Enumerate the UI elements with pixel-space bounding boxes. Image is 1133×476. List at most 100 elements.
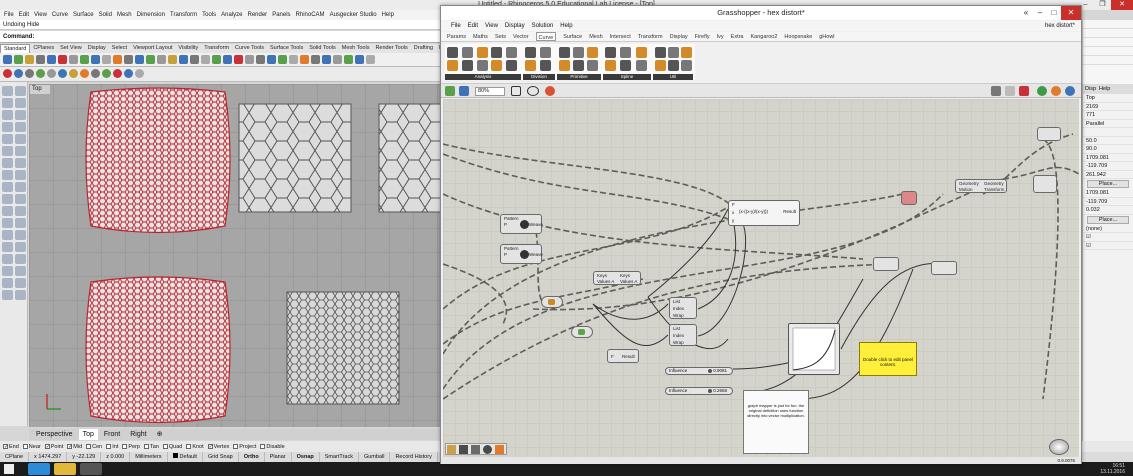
- gh-menu-display[interactable]: Display: [505, 21, 525, 31]
- menu-item-surface[interactable]: Surface: [73, 10, 94, 20]
- status-toggle-record-history[interactable]: Record History: [390, 452, 438, 462]
- osnap-near[interactable]: Near: [22, 444, 41, 450]
- taskbar-clock[interactable]: 16:51 13.11.2016: [1100, 463, 1125, 475]
- draw-tool-icon[interactable]: [15, 110, 26, 120]
- gh-tab-vector[interactable]: Vector: [513, 32, 529, 41]
- toolbar-tool-icon[interactable]: [47, 55, 56, 64]
- curve-tool-icon[interactable]: [491, 60, 503, 71]
- draw-tool-icon[interactable]: [2, 170, 13, 180]
- curve-tool-icon[interactable]: [447, 60, 458, 71]
- expression-component[interactable]: F x y (x-((x-y)/(x-y))) Result: [728, 200, 800, 226]
- property-value[interactable]: 90.0: [1083, 145, 1133, 154]
- curve-tool-icon[interactable]: [635, 60, 647, 71]
- widget-icon[interactable]: [447, 445, 456, 454]
- curve-tool-icon[interactable]: [681, 47, 692, 58]
- draw-tool-icon[interactable]: [15, 158, 26, 168]
- property-value[interactable]: (none): [1083, 225, 1133, 233]
- top-viewport[interactable]: [29, 84, 440, 427]
- toolbar-tool-icon[interactable]: [25, 55, 34, 64]
- draw-tool-icon[interactable]: [15, 266, 26, 276]
- osnap-checkbox[interactable]: ✓: [3, 444, 8, 450]
- toolbar-tool-icon[interactable]: [157, 55, 166, 64]
- toolbar-tab-mesh-tools[interactable]: Mesh Tools: [339, 44, 373, 53]
- gh-menu-view[interactable]: View: [485, 21, 498, 31]
- menu-item-edit[interactable]: Edit: [19, 10, 29, 20]
- render-tool-icon[interactable]: [113, 69, 122, 78]
- note-panel[interactable]: graph mapper is just for fun. the origin…: [743, 390, 809, 454]
- osnap-end[interactable]: ✓ End: [3, 444, 19, 450]
- list-item-component[interactable]: List Index Wrap: [669, 297, 697, 319]
- add-viewport-icon[interactable]: ⊕: [153, 429, 167, 440]
- draw-tool-icon[interactable]: [15, 146, 26, 156]
- checkbox-row[interactable]: ☑: [1083, 242, 1133, 250]
- render-tool-icon[interactable]: [124, 69, 133, 78]
- checkbox-row[interactable]: ☑: [1083, 233, 1133, 242]
- osnap-checkbox[interactable]: [186, 444, 192, 449]
- gh-tab-curve[interactable]: Curve: [535, 32, 557, 41]
- draw-tool-icon[interactable]: [2, 146, 13, 156]
- draw-tool-icon[interactable]: [2, 230, 13, 240]
- transform-component[interactable]: [901, 191, 917, 205]
- curve-tool-icon[interactable]: [476, 60, 488, 71]
- toolbar-tool-icon[interactable]: [102, 55, 111, 64]
- osnap-vertex[interactable]: ✓ Vertex: [207, 444, 229, 450]
- curve-tool-icon[interactable]: [573, 47, 584, 58]
- preview-off-icon[interactable]: [991, 86, 1001, 96]
- toolbar-tab-select[interactable]: Select: [109, 44, 130, 53]
- influence-slider[interactable]: Influence 0.9081: [665, 367, 733, 375]
- curve-tool-icon[interactable]: [620, 47, 632, 58]
- status-toggle-gumball[interactable]: Gumball: [359, 452, 391, 462]
- minimize-icon[interactable]: –: [1033, 6, 1047, 20]
- draw-tool-icon[interactable]: [15, 290, 26, 300]
- osnap-checkbox[interactable]: [86, 444, 92, 449]
- osnap-checkbox[interactable]: [22, 444, 28, 449]
- save-file-icon[interactable]: [459, 86, 469, 96]
- slider-knob[interactable]: [708, 389, 712, 393]
- draw-tool-icon[interactable]: [2, 290, 13, 300]
- menu-item-curve[interactable]: Curve: [52, 10, 68, 20]
- render-tool-icon[interactable]: [36, 69, 45, 78]
- gh-menu-solution[interactable]: Solution: [532, 21, 554, 31]
- graph-mapper[interactable]: [788, 323, 840, 375]
- property-value[interactable]: -119.709: [1083, 162, 1133, 171]
- toolbar-tab-cplanes[interactable]: CPlanes: [30, 44, 57, 53]
- toolbar-tool-icon[interactable]: [179, 55, 188, 64]
- curve-tool-icon[interactable]: [655, 47, 666, 58]
- render-tool-icon[interactable]: [102, 69, 111, 78]
- menu-item-transform[interactable]: Transform: [170, 10, 197, 20]
- gh-tab-kangaroo2[interactable]: Kangaroo2: [751, 32, 778, 41]
- gh-tab-display[interactable]: Display: [670, 32, 688, 41]
- menu-item-mesh[interactable]: Mesh: [117, 10, 132, 20]
- curve-tool-icon[interactable]: [668, 47, 679, 58]
- weave-component[interactable]: Pattern P Weave: [500, 214, 543, 234]
- input-slot[interactable]: [1083, 29, 1133, 38]
- osnap-checkbox[interactable]: [260, 444, 266, 449]
- curve-tool-icon[interactable]: [447, 47, 458, 58]
- status-toggle-planar[interactable]: Planar: [265, 452, 292, 462]
- list-item-component[interactable]: List Index Wrap: [669, 324, 697, 346]
- osnap-project[interactable]: Project: [233, 444, 256, 450]
- draw-tool-icon[interactable]: [2, 134, 13, 144]
- toolbar-tool-icon[interactable]: [300, 55, 309, 64]
- render-tool-icon[interactable]: [47, 69, 56, 78]
- property-value[interactable]: Top: [1083, 94, 1133, 103]
- zoom-extents-icon[interactable]: [511, 86, 521, 96]
- widget-icon[interactable]: [495, 445, 504, 454]
- curve-tool-icon[interactable]: [540, 47, 551, 58]
- integer-param[interactable]: [571, 326, 593, 338]
- layer-selector[interactable]: Default: [168, 452, 203, 462]
- viewport-tab-front[interactable]: Front: [100, 429, 124, 440]
- toolbar-tool-icon[interactable]: [14, 55, 23, 64]
- osnap-mid[interactable]: ✓ Mid: [67, 444, 82, 450]
- sort-list-component[interactable]: Keys Values A Keys Values A: [593, 271, 641, 285]
- property-value[interactable]: 771: [1083, 111, 1133, 120]
- draw-tool-icon[interactable]: [15, 254, 26, 264]
- draw-tool-icon[interactable]: [2, 194, 13, 204]
- toolbar-tool-icon[interactable]: [58, 55, 67, 64]
- gh-tab-ivy[interactable]: Ivy: [717, 32, 724, 41]
- display-mode-icon[interactable]: [1051, 86, 1061, 96]
- curve-tool-icon[interactable]: [605, 47, 616, 58]
- toolbar-tool-icon[interactable]: [278, 55, 287, 64]
- curve-tool-icon[interactable]: [525, 47, 536, 58]
- gh-menu-file[interactable]: File: [451, 21, 461, 31]
